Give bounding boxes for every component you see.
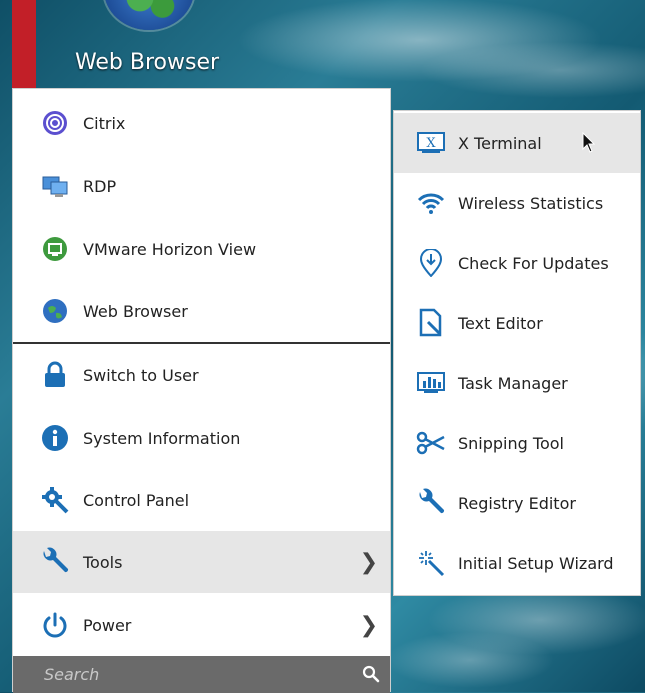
submenu-item-wireless-statistics[interactable]: Wireless Statistics (394, 173, 640, 233)
menu-item-label: Switch to User (83, 365, 199, 385)
svg-text:X: X (426, 136, 436, 151)
scissors-icon (416, 428, 446, 458)
menu-item-web-browser[interactable]: Web Browser (13, 280, 390, 342)
submenu-item-label: Text Editor (458, 313, 543, 333)
menu-item-label: Tools (83, 552, 123, 572)
rdp-icon (40, 171, 70, 201)
desktop-icon-label: Web Browser (74, 50, 220, 75)
submenu-item-label: X Terminal (458, 133, 542, 153)
menu-item-label: Web Browser (83, 301, 188, 321)
desktop-accent-bar (12, 0, 36, 88)
menu-item-vmware[interactable]: VMware Horizon View (13, 218, 390, 280)
start-menu: Citrix RDP VMware Horizon View Web Brows… (12, 88, 391, 693)
submenu-item-x-terminal[interactable]: X X Terminal (394, 113, 640, 173)
menu-item-switch-user[interactable]: Switch to User (13, 344, 390, 406)
submenu-item-label: Initial Setup Wizard (458, 553, 614, 573)
menu-item-label: System Information (83, 428, 241, 448)
text-editor-icon (416, 308, 446, 338)
menu-item-system-information[interactable]: System Information (13, 407, 390, 469)
submenu-item-check-for-updates[interactable]: Check For Updates (394, 233, 640, 293)
search-bar (13, 656, 390, 693)
power-icon (40, 610, 70, 640)
menu-item-power[interactable]: Power ❯ (13, 594, 390, 656)
menu-item-label: Citrix (83, 113, 126, 133)
lock-icon (40, 360, 70, 390)
submenu-item-label: Registry Editor (458, 493, 576, 513)
info-icon (40, 423, 70, 453)
wifi-icon (416, 188, 446, 218)
gear-icon (40, 485, 70, 515)
menu-item-tools[interactable]: Tools ❯ (13, 531, 390, 593)
submenu-item-initial-setup-wizard[interactable]: Initial Setup Wizard (394, 533, 640, 593)
wrench-icon (40, 547, 70, 577)
menu-item-label: VMware Horizon View (83, 239, 257, 259)
menu-item-control-panel[interactable]: Control Panel (13, 469, 390, 531)
submenu-item-registry-editor[interactable]: Registry Editor (394, 473, 640, 533)
wizard-icon (416, 548, 446, 578)
submenu-item-label: Wireless Statistics (458, 193, 604, 213)
wrench-icon (416, 488, 446, 518)
globe-icon (104, 0, 194, 30)
menu-item-label: RDP (83, 176, 117, 196)
search-input[interactable] (13, 656, 343, 693)
citrix-icon (40, 108, 70, 138)
chevron-right-icon: ❯ (359, 549, 378, 575)
desktop-icon-web-browser[interactable]: Web Browser (62, 0, 232, 88)
submenu-item-task-manager[interactable]: Task Manager (394, 353, 640, 413)
globe-icon (40, 296, 70, 326)
menu-item-rdp[interactable]: RDP (13, 155, 390, 217)
submenu-item-label: Task Manager (458, 373, 568, 393)
vmware-icon (40, 234, 70, 264)
chevron-right-icon: ❯ (359, 612, 378, 638)
task-manager-icon (416, 368, 446, 398)
submenu-item-label: Check For Updates (458, 253, 609, 273)
update-icon (416, 248, 446, 278)
menu-item-citrix[interactable]: Citrix (13, 92, 390, 154)
submenu-item-snipping-tool[interactable]: Snipping Tool (394, 413, 640, 473)
menu-item-label: Control Panel (83, 490, 190, 510)
submenu-item-label: Snipping Tool (458, 433, 564, 453)
mouse-pointer-icon (582, 131, 596, 158)
search-icon[interactable] (362, 665, 380, 687)
x-terminal-icon: X (416, 128, 446, 158)
menu-item-label: Power (83, 615, 132, 635)
tools-submenu: X X Terminal Wireless Statistics Check F… (393, 110, 641, 596)
submenu-item-text-editor[interactable]: Text Editor (394, 293, 640, 353)
